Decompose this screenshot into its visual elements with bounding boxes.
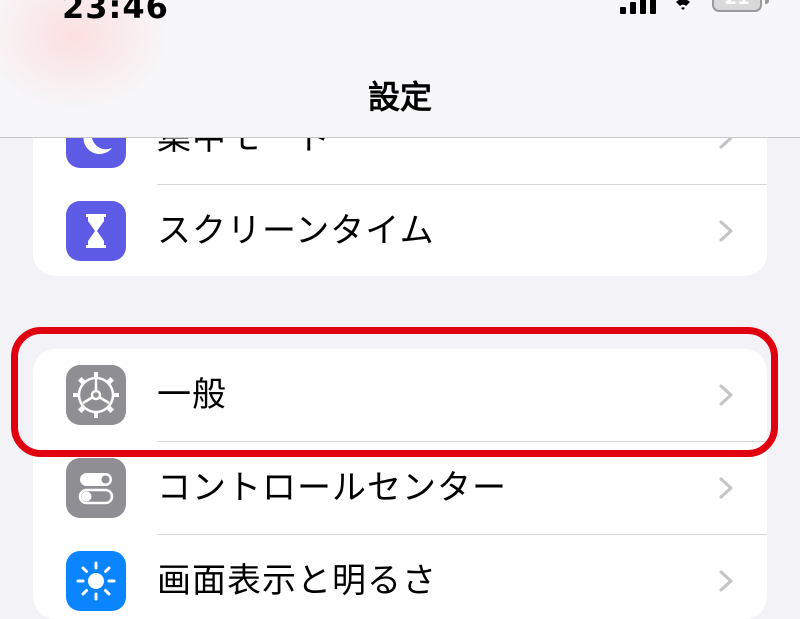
settings-row-label: 画面表示と明るさ — [157, 561, 437, 601]
chevron-right-icon — [719, 220, 733, 242]
highlight-annotation — [11, 327, 778, 457]
sun-icon — [66, 551, 126, 611]
chevron-right-icon — [719, 477, 733, 499]
status-time: 23:46 — [62, 0, 169, 26]
hourglass-icon — [66, 201, 126, 261]
chevron-right-icon — [719, 570, 733, 592]
battery-level: 21 — [724, 0, 749, 9]
settings-row-display[interactable]: 画面表示と明るさ — [33, 535, 767, 619]
battery-tip — [765, 0, 769, 4]
settings-row-label: スクリーンタイム — [157, 211, 435, 251]
settings-row-screen-time[interactable]: スクリーンタイム — [33, 185, 767, 276]
toggles-icon — [66, 458, 126, 518]
page-title: 設定 — [367, 78, 432, 116]
cellular-signal-icon — [620, 0, 658, 14]
battery-icon: 21 — [712, 0, 762, 12]
navigation-header: 23:46 21 設定 — [0, 0, 800, 138]
wifi-icon — [676, 0, 690, 10]
